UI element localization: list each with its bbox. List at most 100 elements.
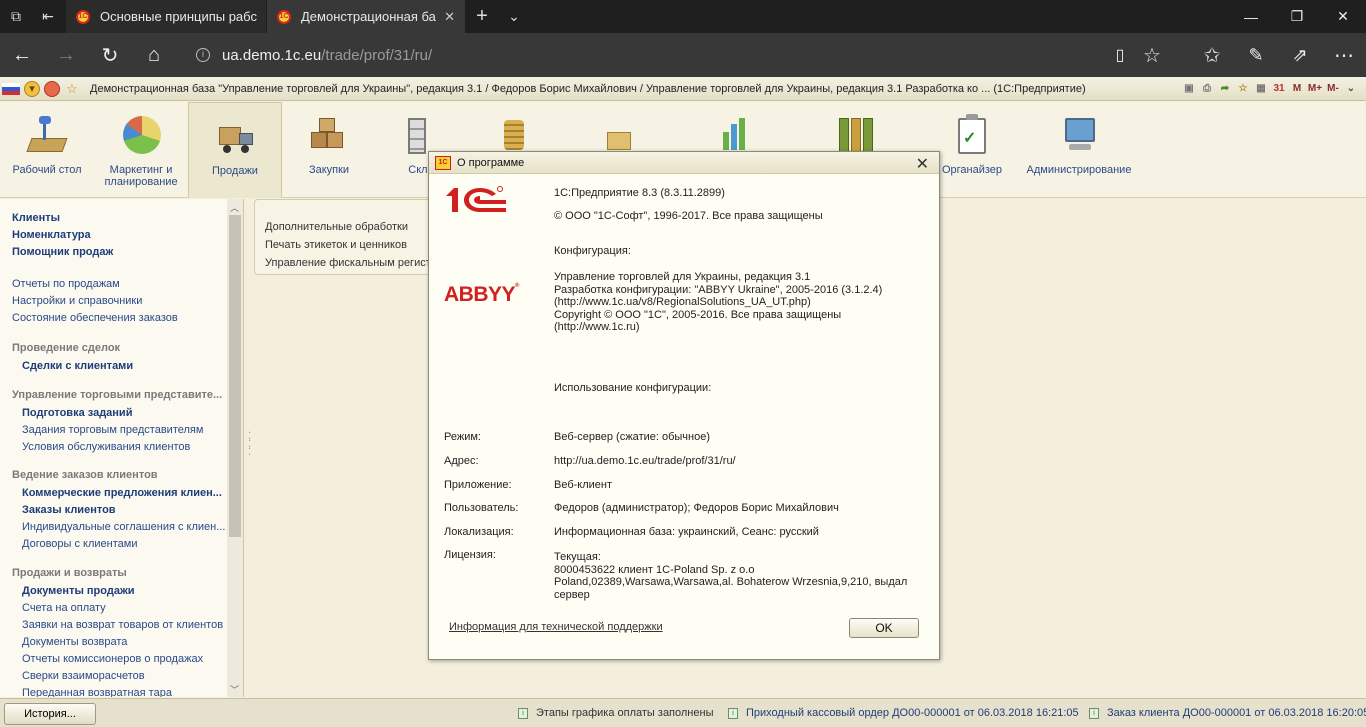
nav-link-clients[interactable]: Клиенты bbox=[12, 210, 113, 227]
section-purchases[interactable]: Закупки bbox=[282, 102, 376, 198]
nav-top-links: Клиенты Номенклатура Помощник продаж bbox=[12, 210, 113, 261]
history-back-icon[interactable] bbox=[44, 80, 60, 97]
license-line: сервер bbox=[554, 588, 590, 601]
main-menu-icon[interactable]: ▾ bbox=[24, 80, 40, 97]
notification[interactable]: i Заказ клиента ДО00-000001 от 06.03.201… bbox=[1089, 707, 1366, 719]
forward-icon[interactable]: → bbox=[44, 33, 88, 77]
minimize-icon[interactable]: — bbox=[1228, 0, 1274, 33]
nav-link-sales-assistant[interactable]: Помощник продаж bbox=[12, 244, 113, 261]
history-button[interactable]: История... bbox=[4, 703, 96, 725]
nav-link-client-orders[interactable]: Заказы клиентов bbox=[12, 502, 225, 519]
close-window-icon[interactable]: ✕ bbox=[1320, 0, 1366, 33]
nav-link-sales-reports[interactable]: Отчеты по продажам bbox=[12, 276, 178, 293]
section-desktop[interactable]: Рабочий стол bbox=[0, 102, 94, 198]
panel-link-fiscal-registrar[interactable]: Управление фискальным регистр bbox=[255, 254, 438, 272]
notification[interactable]: i Этапы графика оплаты заполнены bbox=[518, 707, 713, 719]
print-icon[interactable]: ⎙ bbox=[1198, 80, 1216, 98]
memory-minus-button[interactable]: M- bbox=[1324, 80, 1342, 98]
nav-link-rep-tasks[interactable]: Задания торговым представителям bbox=[12, 422, 222, 439]
web-note-icon[interactable]: ✎ bbox=[1234, 33, 1278, 77]
memory-m-button[interactable]: M bbox=[1288, 80, 1306, 98]
config-line: Copyright © ООО "1C", 2005-2016. Все пра… bbox=[554, 308, 842, 321]
address-bar[interactable]: i ua.demo.1c.eu/trade/prof/31/ru/ bbox=[196, 41, 432, 69]
refresh-icon[interactable]: ↻ bbox=[88, 33, 132, 77]
panel-link-print-labels[interactable]: Печать этикеток и ценников bbox=[255, 236, 438, 254]
share-icon[interactable]: ⇗ bbox=[1278, 33, 1322, 77]
nav-link-commission-reports[interactable]: Отчеты комиссионеров о продажах bbox=[12, 651, 223, 668]
nav-link-prepare-tasks[interactable]: Подготовка заданий bbox=[12, 405, 222, 422]
link-icon[interactable]: ➦ bbox=[1216, 80, 1234, 98]
nav-link-reconciliations[interactable]: Сверки взаиморасчетов bbox=[12, 668, 223, 685]
mode-label: Режим: bbox=[444, 431, 481, 443]
nav-link-commercial-offers[interactable]: Коммерческие предложения клиен... bbox=[12, 485, 225, 502]
nav-scrollbar[interactable]: ︿ ﹀ bbox=[227, 199, 243, 697]
nav-scrollbar-thumb[interactable] bbox=[229, 215, 241, 537]
browser-tab-1[interactable]: 1С Основные принципы рабс bbox=[66, 0, 266, 33]
calculator-icon[interactable]: ▦ bbox=[1252, 80, 1270, 98]
address-value: http://ua.demo.1c.eu/trade/prof/31/ru/ bbox=[554, 455, 736, 467]
tab-title: Демонстрационная ба bbox=[301, 9, 436, 24]
nav-link-deals[interactable]: Сделки с клиентами bbox=[12, 358, 133, 375]
calendar-icon[interactable]: 31 bbox=[1270, 80, 1288, 98]
nav-link-invoices[interactable]: Счета на оплату bbox=[12, 600, 223, 617]
nav-link-nomenclature[interactable]: Номенклатура bbox=[12, 227, 113, 244]
nav-link-return-docs[interactable]: Документы возврата bbox=[12, 634, 223, 651]
platform-version: 1С:Предприятие 8.3 (8.3.11.2899) bbox=[554, 187, 725, 199]
more-menu-icon[interactable]: ⋯ bbox=[1322, 33, 1366, 77]
nav-link-sales-docs[interactable]: Документы продажи bbox=[12, 583, 223, 600]
set-aside-tabs-icon[interactable]: ⇤ bbox=[32, 0, 64, 33]
tab-list-chevron-icon[interactable]: ⌄ bbox=[498, 0, 530, 33]
nav-reports-links: Отчеты по продажам Настройки и справочни… bbox=[12, 276, 178, 327]
scroll-up-icon[interactable]: ︿ bbox=[230, 201, 239, 214]
browser-tab-2[interactable]: 1С Демонстрационная ба ✕ bbox=[267, 0, 465, 33]
nav-link-agreements[interactable]: Индивидуальные соглашения с клиен... bbox=[12, 519, 225, 536]
favorite-star-icon[interactable]: ☆ bbox=[1130, 33, 1174, 77]
scroll-down-icon[interactable]: ﹀ bbox=[230, 683, 239, 696]
favorites-hub-icon[interactable]: ✩ bbox=[1190, 33, 1234, 77]
ok-button[interactable]: OK bbox=[849, 618, 919, 638]
language-flag-icon[interactable] bbox=[2, 82, 20, 95]
nav-group-reps: Управление торговыми представите... Подг… bbox=[12, 389, 222, 456]
section-warehouse[interactable]: Скла bbox=[376, 102, 436, 198]
panel-link-additional-processing[interactable]: Дополнительные обработки bbox=[255, 218, 438, 236]
section-administration[interactable]: Администрирование bbox=[1024, 102, 1134, 198]
save-icon[interactable]: ▣ bbox=[1180, 80, 1198, 98]
nav-link-service-terms[interactable]: Условия обслуживания клиентов bbox=[12, 439, 222, 456]
nav-link-order-status[interactable]: Состояние обеспечения заказов bbox=[12, 310, 178, 327]
close-dialog-icon[interactable]: ✕ bbox=[916, 154, 929, 174]
nav-link-settings[interactable]: Настройки и справочники bbox=[12, 293, 178, 310]
site-info-icon[interactable]: i bbox=[196, 48, 210, 62]
memory-plus-button[interactable]: M+ bbox=[1306, 80, 1324, 98]
localization-value: Информационная база: украинский, Сеанс: … bbox=[554, 526, 819, 538]
nav-link-contracts[interactable]: Договоры с клиентами bbox=[12, 536, 225, 553]
tab-actions-icon[interactable]: ⧉ bbox=[0, 0, 32, 33]
section-marketing[interactable]: Маркетинг и планирование bbox=[94, 102, 188, 198]
browser-nav-bar: ← → ↻ ⌂ i ua.demo.1c.eu/trade/prof/31/ru… bbox=[0, 33, 1366, 77]
license-line: 8000453622 клиент 1C-Poland Sp. z o.o bbox=[554, 563, 755, 576]
notification[interactable]: i Приходный кассовый ордер ДО00-000001 о… bbox=[728, 707, 1079, 719]
section-organizer[interactable]: ✓ Органайзер bbox=[940, 102, 1004, 198]
nav-group-header: Ведение заказов клиентов bbox=[12, 469, 158, 481]
nav-link-returnable-packaging[interactable]: Переданная возвратная тара bbox=[12, 685, 223, 697]
splitter-handle-icon[interactable]: ⁚ ⁚ ⁚ bbox=[248, 432, 251, 458]
nav-link-return-requests[interactable]: Заявки на возврат товаров от клиентов bbox=[12, 617, 223, 634]
back-icon[interactable]: ← bbox=[0, 33, 44, 77]
section-sales[interactable]: Продажи bbox=[188, 102, 282, 198]
license-line: Poland,02389,Warsawa,Warsawa,al. Bohater… bbox=[554, 576, 908, 588]
support-info-link[interactable]: Информация для технической поддержки bbox=[449, 621, 663, 633]
section-navigation: Клиенты Номенклатура Помощник продаж Отч… bbox=[0, 199, 244, 697]
collapse-chevron-icon[interactable]: ⌄ bbox=[1342, 80, 1360, 98]
boxes-icon bbox=[307, 114, 351, 158]
address-label: Адрес: bbox=[444, 455, 479, 467]
home-icon[interactable]: ⌂ bbox=[132, 33, 176, 77]
close-tab-icon[interactable]: ✕ bbox=[444, 9, 455, 25]
new-tab-icon[interactable]: + bbox=[466, 0, 498, 33]
restore-icon[interactable]: ❐ bbox=[1274, 0, 1320, 33]
dialog-title: О программе bbox=[457, 156, 525, 169]
abbyy-logo: ABBYY® bbox=[444, 283, 519, 306]
favorites-icon[interactable]: ☆ bbox=[64, 81, 80, 97]
notification-doc-icon: i bbox=[728, 707, 738, 719]
config-line: (http://www.1c.ua/v8/RegionalSolutions_U… bbox=[554, 296, 811, 308]
status-bar: История... i Этапы графика оплаты заполн… bbox=[0, 698, 1366, 727]
add-favorite-icon[interactable]: ☆ bbox=[1234, 80, 1252, 98]
